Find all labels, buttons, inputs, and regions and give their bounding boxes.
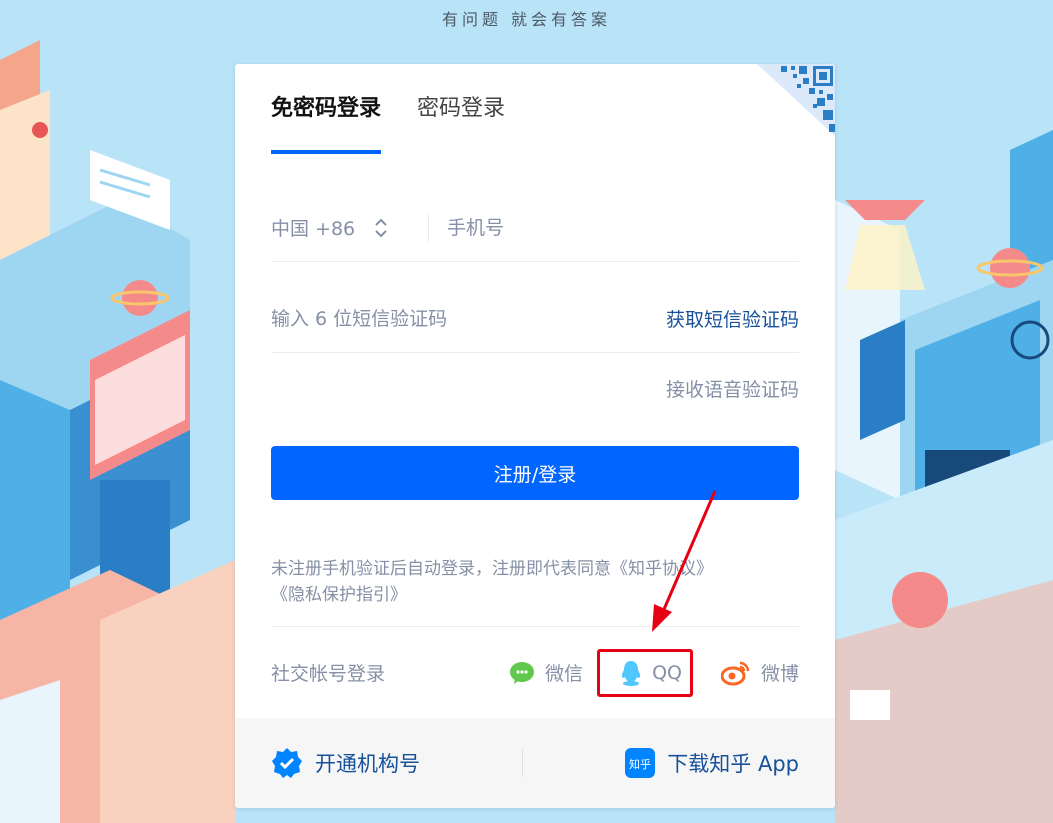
qq-icon [621,660,641,686]
tab-sms-login[interactable]: 免密码登录 [271,94,382,154]
social-login-options: 微信 QQ 微博 [481,648,799,697]
sms-code-row: 获取短信验证码 [271,285,799,353]
social-login-title: 社交帐号登录 [271,663,386,685]
open-org-account-link[interactable]: 开通机构号 [271,747,420,779]
tab-password-login[interactable]: 密码登录 [417,94,505,154]
chevron-up-down-icon [375,218,387,237]
zhihu-app-icon: 知乎 [625,748,656,778]
annotation-arrow-icon [652,490,717,632]
login-tabs: 免密码登录 密码登录 [271,94,541,154]
get-sms-code-button[interactable]: 获取短信验证码 [666,305,799,332]
open-org-account-label: 开通机构号 [315,752,420,776]
qr-code-icon[interactable] [757,64,835,136]
slogan: 有问题 就会有答案 [441,10,612,29]
country-code-select[interactable]: 中国 +86 [271,212,429,243]
wechat-login-button[interactable]: 微信 [509,659,583,686]
wechat-label: 微信 [545,663,584,685]
country-code-label: 中国 +86 [271,218,356,240]
download-app-link[interactable]: 知乎 下载知乎 App [625,748,799,778]
login-card: 免密码登录 密码登录 中国 +86 获取短信验证码 接收语音验证码 注册/登录 … [235,64,835,808]
weibo-icon [720,661,750,685]
weibo-login-button[interactable]: 微博 [720,659,799,686]
weibo-label: 微博 [760,663,799,685]
wechat-icon [510,661,535,684]
phone-input[interactable] [447,216,747,239]
qq-login-button[interactable]: QQ [597,648,693,697]
download-app-label: 下载知乎 App [667,752,799,776]
sms-code-input[interactable] [271,307,631,330]
qq-label: QQ [652,661,682,684]
card-footer: 开通机构号 知乎 下载知乎 App [235,718,835,808]
verified-badge-icon [272,748,302,778]
agreement-prefix: 未注册手机验证后自动登录，注册即代表同意 [271,559,611,579]
phone-row: 中国 +86 [271,194,799,262]
social-login-row: 社交帐号登录 微信 QQ 微博 [271,626,799,718]
privacy-link[interactable]: 《隐私保护指引》 [271,585,407,605]
voice-code-button[interactable]: 接收语音验证码 [666,375,799,402]
zhihu-app-badge-text: 知乎 [629,757,651,771]
footer-divider [522,749,524,777]
